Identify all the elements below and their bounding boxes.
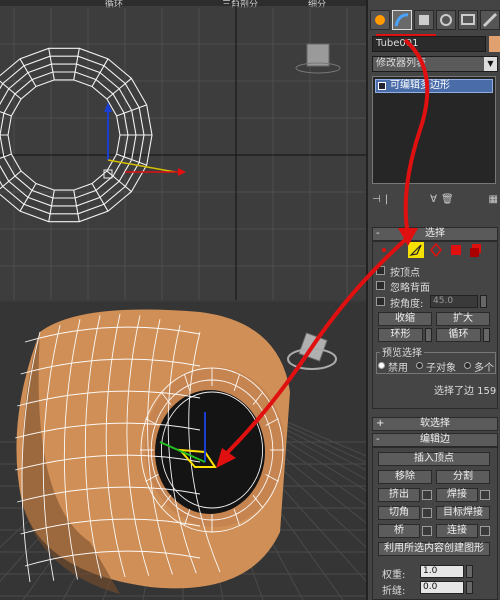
angle-spinner[interactable]	[480, 295, 487, 308]
pin-stack-icon[interactable]: ⊣	[372, 194, 381, 205]
target-weld-button[interactable]: 目标焊接	[436, 506, 490, 520]
command-panel: Tube001 修改器列表 ▼ 可编辑多边形 ⊣ | ∀ 🗑 ▦ - 选择 按顶…	[366, 0, 500, 600]
weld-settings-icon[interactable]	[480, 490, 490, 500]
split-button[interactable]: 分割	[436, 470, 490, 484]
preview-off-radio[interactable]	[378, 362, 385, 369]
chamfer-settings-icon[interactable]	[422, 508, 432, 518]
grow-button[interactable]: 扩大	[436, 312, 490, 326]
preview-multi-radio[interactable]	[464, 362, 471, 369]
preview-selection-label: 预览选择	[380, 344, 424, 359]
preview-subobject-radio[interactable]	[416, 362, 423, 369]
ignore-backfacing-label: 忽略背面	[390, 283, 430, 294]
ring-spinner[interactable]	[425, 328, 432, 342]
modify-tab-icon[interactable]	[392, 10, 412, 30]
extrude-settings-icon[interactable]	[422, 490, 432, 500]
by-vertex-label: 按顶点	[390, 268, 420, 279]
modifier-list-dropdown[interactable]: 修改器列表 ▼	[372, 56, 498, 72]
create-shape-button[interactable]: 利用所选内容创建图形	[378, 542, 490, 556]
preview-off-label: 禁用	[388, 363, 408, 374]
weight-spinner[interactable]	[466, 565, 473, 578]
by-angle-label: 按角度:	[390, 299, 424, 310]
utilities-tab-icon[interactable]	[480, 10, 500, 30]
connect-button[interactable]: 连接	[436, 524, 478, 538]
chamfer-button[interactable]: 切角	[378, 506, 420, 520]
object-color-swatch[interactable]	[489, 36, 500, 52]
selection-status: 选择了边 159	[434, 386, 497, 397]
preview-subobject-label: 子对象	[426, 363, 456, 374]
vertex-mode-icon[interactable]	[376, 242, 392, 258]
ignore-backfacing-checkbox[interactable]	[376, 281, 385, 290]
extrude-button[interactable]: 挤出	[378, 488, 420, 502]
selection-rollout-title: 选择	[425, 228, 445, 239]
modifier-list-label: 修改器列表	[376, 58, 426, 69]
edit-edges-title: 编辑边	[420, 434, 450, 445]
stack-toolbar: ⊣ | ∀ 🗑 ▦	[372, 190, 498, 208]
soft-selection-rollout-header[interactable]: + 软选择	[372, 417, 498, 431]
angle-input[interactable]: 45.0	[430, 295, 478, 308]
stack-item-label: 可编辑多边形	[390, 80, 450, 91]
top-viewport-canvas	[0, 0, 366, 300]
display-tab-icon[interactable]	[458, 10, 478, 30]
crease-input[interactable]: 0.0	[420, 581, 464, 594]
remove-modifier-icon[interactable]: 🗑	[441, 194, 454, 205]
top-viewport[interactable]: 循环 三角剖分 细分	[0, 0, 366, 300]
stack-item-editable-poly[interactable]: 可编辑多边形	[375, 79, 493, 93]
configure-sets-icon[interactable]: ▦	[489, 194, 498, 205]
expand-icon[interactable]	[378, 82, 386, 90]
object-name-field[interactable]: Tube001	[372, 36, 486, 52]
border-mode-icon[interactable]	[428, 242, 444, 258]
weight-label: 权重:	[382, 570, 406, 581]
preview-multi-label: 多个	[474, 363, 494, 374]
create-tab-icon[interactable]	[370, 10, 390, 30]
weld-button[interactable]: 焊接	[436, 488, 478, 502]
perspective-viewport-canvas	[0, 309, 366, 600]
loop-spinner[interactable]	[483, 328, 490, 342]
make-unique-icon[interactable]: ∀	[430, 194, 437, 205]
bridge-button[interactable]: 桥	[378, 524, 420, 538]
ring-button[interactable]: 环形	[378, 328, 423, 342]
bridge-settings-icon[interactable]	[422, 526, 432, 536]
shrink-button[interactable]: 收缩	[378, 312, 432, 326]
modifier-stack: 可编辑多边形	[372, 76, 496, 184]
perspective-viewport[interactable]	[0, 302, 366, 600]
chevron-down-icon[interactable]: ▼	[484, 57, 497, 71]
element-mode-icon[interactable]	[468, 242, 484, 258]
motion-tab-icon[interactable]	[436, 10, 456, 30]
crease-spinner[interactable]	[466, 581, 473, 594]
loop-button[interactable]: 循环	[436, 328, 481, 342]
selection-rollout-header[interactable]: - 选择	[372, 227, 498, 241]
show-end-result-icon[interactable]: |	[385, 194, 388, 205]
edge-mode-icon[interactable]	[408, 242, 424, 258]
soft-selection-title: 软选择	[420, 418, 450, 429]
subobject-level-icons	[372, 242, 498, 262]
panel-tabs	[370, 10, 500, 32]
hierarchy-tab-icon[interactable]	[414, 10, 434, 30]
by-vertex-checkbox[interactable]	[376, 266, 385, 275]
tube-hole	[155, 390, 265, 514]
polygon-mode-icon[interactable]	[448, 242, 464, 258]
connect-settings-icon[interactable]	[480, 526, 490, 536]
remove-button[interactable]: 移除	[378, 470, 432, 484]
insert-vertex-button[interactable]: 插入顶点	[378, 452, 490, 466]
edit-edges-rollout-header[interactable]: - 编辑边	[372, 433, 498, 447]
weight-input[interactable]: 1.0	[420, 565, 464, 578]
crease-label: 折缝:	[382, 586, 406, 597]
by-angle-checkbox[interactable]	[376, 297, 385, 306]
